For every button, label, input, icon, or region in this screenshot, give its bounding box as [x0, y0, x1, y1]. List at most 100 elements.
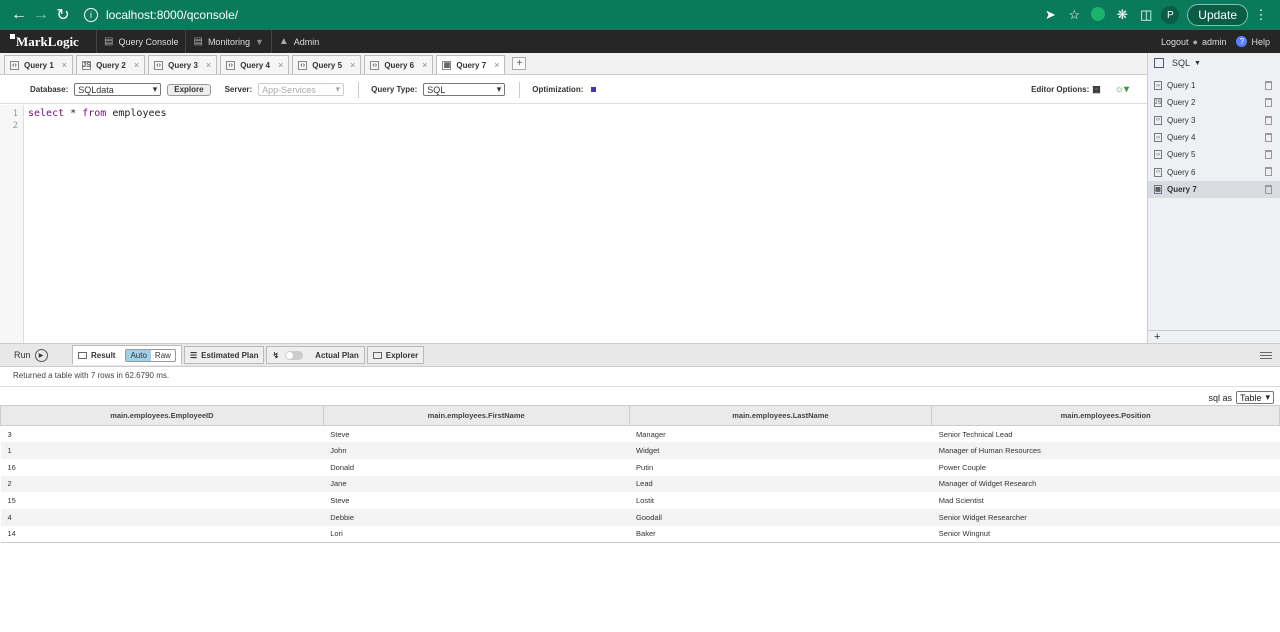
nav-monitoring[interactable]: ▤ Monitoring ▼: [185, 30, 270, 53]
tab-query-3[interactable]: ‹› Query 3 ×: [148, 55, 218, 74]
tab-query-1[interactable]: ‹› Query 1 ×: [4, 55, 74, 74]
reload-icon[interactable]: ↻: [52, 5, 74, 25]
code-text[interactable]: select * from employees: [24, 105, 171, 343]
tab-actual-plan[interactable]: ↯ Actual Plan: [266, 346, 365, 364]
trash-icon[interactable]: [1265, 150, 1272, 160]
help-icon[interactable]: ?: [1236, 36, 1248, 47]
column-header[interactable]: main.employees.FirstName: [322, 405, 630, 426]
tab-query-5[interactable]: ‹› Query 5 ×: [292, 55, 362, 74]
workspace-item[interactable]: ‹› Query 1: [1148, 77, 1280, 94]
xquery-icon: ‹›: [1154, 133, 1162, 143]
trash-icon[interactable]: [1265, 98, 1272, 108]
tab-query-6[interactable]: ‹› Query 6 ×: [364, 55, 434, 74]
forward-arrow-icon[interactable]: →: [30, 6, 52, 24]
grid-icon[interactable]: ▦: [1092, 84, 1101, 95]
send-icon[interactable]: ➤: [1039, 7, 1061, 23]
column-header[interactable]: main.employees.Position: [931, 405, 1280, 426]
close-icon[interactable]: ×: [494, 60, 499, 70]
workspace-item[interactable]: ▦ Query 7: [1148, 180, 1280, 199]
profile-avatar[interactable]: P: [1161, 6, 1180, 24]
add-query-button[interactable]: +: [1148, 330, 1280, 343]
logout-link[interactable]: Logout: [1161, 37, 1189, 47]
sql-as-select[interactable]: Table ▾: [1236, 391, 1274, 404]
auto-option[interactable]: Auto: [126, 349, 151, 361]
tab-query-2[interactable]: JS Query 2 ×: [76, 55, 146, 74]
table-row: 1 John Widget Manager of Human Resources: [0, 442, 1280, 459]
workspace-header[interactable]: SQL ▼: [1148, 53, 1280, 73]
table-cell: Goodall: [629, 508, 932, 526]
chevron-down-icon: ▾: [335, 84, 341, 94]
tab-query-4[interactable]: ‹› Query 4 ×: [220, 55, 290, 74]
hamburger-menu-icon[interactable]: [1260, 351, 1272, 359]
back-arrow-icon[interactable]: ←: [8, 6, 30, 24]
query-type-label: Query Type:: [371, 85, 418, 94]
table-cell: Lostit: [636, 496, 654, 506]
run-button[interactable]: Run ▶: [14, 348, 72, 362]
xquery-icon: ‹›: [298, 60, 308, 70]
table-cell: Debbie: [323, 508, 630, 526]
workspace-panel: SQL ▼ ‹› Query 1 JS Query 2 ‹› Query 3 ‹› Qu…: [1147, 53, 1280, 343]
close-icon[interactable]: ×: [134, 60, 139, 70]
raw-option[interactable]: Raw: [151, 350, 175, 361]
trash-icon[interactable]: [1265, 81, 1272, 90]
table-cell: Widget: [629, 442, 932, 459]
table-cell: Senior Widget Researcher: [931, 508, 1280, 526]
tab-result[interactable]: Result Auto Raw: [72, 345, 182, 365]
results-table: main.employees.EmployeeID main.employees…: [0, 405, 1280, 543]
close-icon[interactable]: ×: [350, 60, 355, 70]
table-cell: 3: [7, 429, 12, 439]
workspace-item[interactable]: ‹› Query 4: [1148, 129, 1280, 146]
table-row: 4 Debbie Goodall Senior Widget Researcher: [0, 508, 1280, 526]
workspace-item[interactable]: ‹› Query 3: [1148, 112, 1280, 129]
column-header[interactable]: main.employees.LastName: [628, 405, 933, 426]
chevron-down-icon: ▼: [254, 36, 264, 47]
explore-button[interactable]: Explore: [167, 83, 211, 96]
table-cell: Putin: [636, 462, 654, 472]
optimization-label: Optimization:: [532, 85, 584, 94]
extensions-puzzle-icon[interactable]: ❋: [1111, 7, 1133, 23]
update-button[interactable]: Update: [1187, 4, 1248, 26]
server-select: App-Services ▾: [258, 83, 345, 96]
address-bar[interactable]: i localhost:8000/qconsole/: [84, 8, 1037, 22]
sidepanel-icon[interactable]: ◫: [1135, 7, 1157, 23]
table-row: 15 Steve Lostit Mad Scientist: [1, 492, 1280, 509]
actual-plan-toggle[interactable]: [285, 350, 304, 360]
tab-query-7[interactable]: ▦ Query 7 ×: [436, 55, 506, 74]
result-icon: [78, 351, 87, 359]
kebab-menu-icon[interactable]: ⋮: [1250, 7, 1272, 23]
workspace-item[interactable]: ‹› Query 6: [1148, 163, 1280, 180]
code-editor[interactable]: 1 2 select * from employees: [0, 105, 1147, 343]
editor-options-label: Editor Options:: [1031, 85, 1090, 94]
column-header[interactable]: main.employees.EmployeeID: [0, 405, 324, 426]
settings-dropdown-icon[interactable]: ☼▾: [1115, 84, 1129, 95]
xquery-icon: ‹›: [154, 60, 164, 70]
table-header-row: main.employees.EmployeeID main.employees…: [0, 405, 1280, 426]
workspace-item[interactable]: ‹› Query 5: [1148, 146, 1280, 163]
trash-icon[interactable]: [1265, 132, 1272, 142]
close-icon[interactable]: ×: [278, 60, 283, 70]
add-tab-button[interactable]: +: [512, 57, 527, 70]
line-number-gutter: 1 2: [0, 105, 24, 343]
database-select[interactable]: SQLdata ▾: [74, 83, 162, 96]
help-link[interactable]: Help: [1251, 37, 1270, 47]
query-type-select[interactable]: SQL ▾: [423, 83, 506, 96]
bookmark-star-icon[interactable]: ☆: [1063, 7, 1085, 23]
sql-icon: ▦: [1154, 184, 1162, 194]
extension-grammarly-icon[interactable]: [1087, 6, 1109, 24]
table-cell: Lori: [323, 525, 630, 543]
tab-estimated-plan[interactable]: ☰ Estimated Plan: [183, 346, 265, 364]
close-icon[interactable]: ×: [206, 60, 211, 70]
table-cell: 16: [7, 462, 16, 472]
trash-icon[interactable]: [1265, 115, 1272, 125]
trash-icon[interactable]: [1265, 167, 1272, 177]
workspace-item[interactable]: JS Query 2: [1148, 94, 1280, 111]
tab-explorer[interactable]: Explorer: [366, 346, 425, 364]
optimization-indicator[interactable]: [591, 87, 597, 92]
trash-icon[interactable]: [1265, 184, 1272, 194]
site-info-icon[interactable]: i: [84, 8, 98, 22]
close-icon[interactable]: ×: [422, 60, 427, 70]
close-icon[interactable]: ×: [62, 60, 67, 70]
nav-admin[interactable]: ▲ Admin: [270, 30, 326, 53]
nav-query-console[interactable]: ▤ Query Console: [96, 30, 185, 53]
format-toggle[interactable]: Auto Raw: [125, 348, 176, 362]
